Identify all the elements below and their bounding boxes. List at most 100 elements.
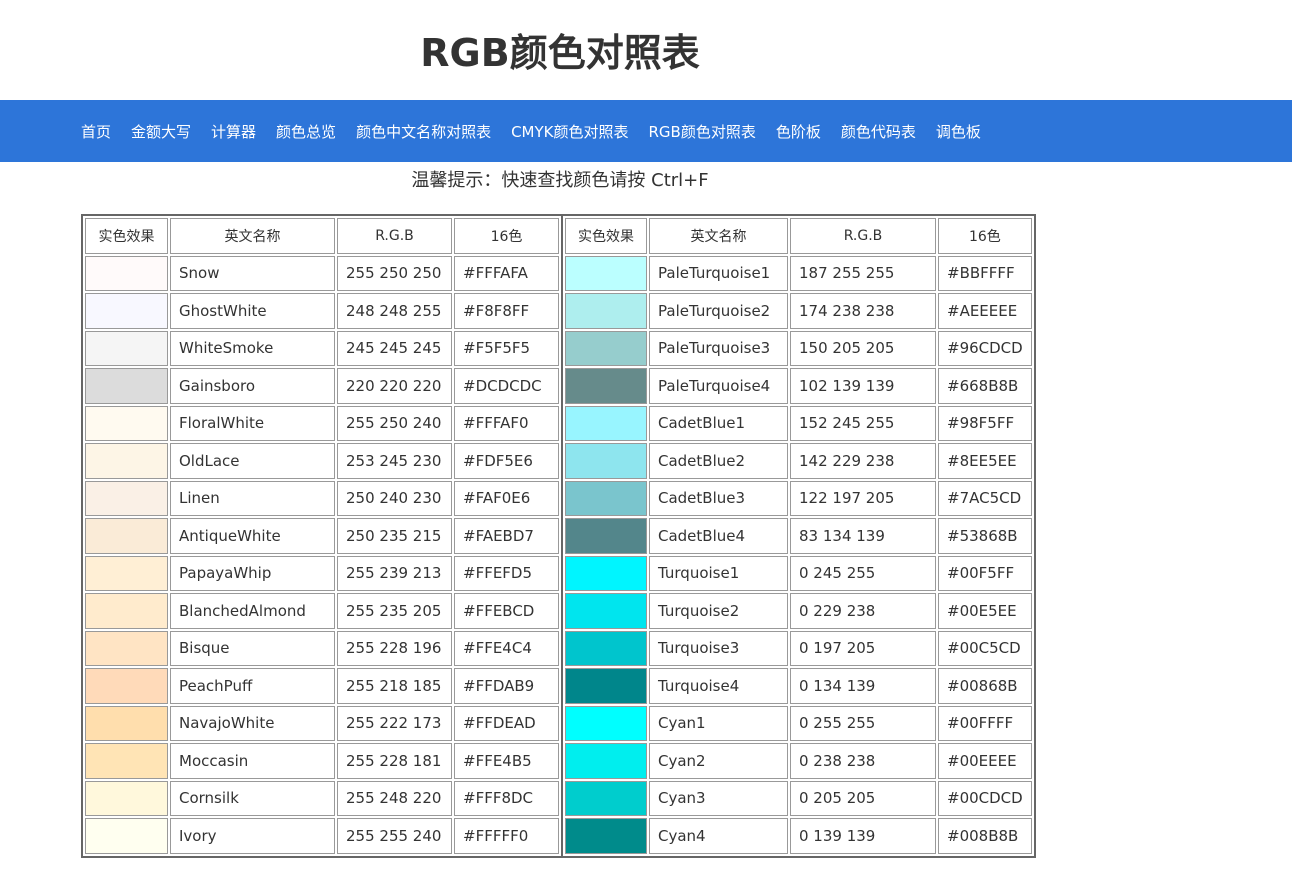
nav-item[interactable]: RGB颜色对照表 [639,121,766,142]
color-name-cell: Turquoise4 [649,668,788,704]
color-name-cell: WhiteSmoke [170,330,335,366]
hex-value-cell: #F8F8FF [454,293,559,329]
table-row: WhiteSmoke 245 245 245 #F5F5F5 [85,330,559,366]
hex-value-cell: #00C5CD [938,630,1032,666]
color-swatch [565,405,647,441]
nav-item[interactable]: 计算器 [201,121,266,142]
table-row: CadetBlue4 83 134 139 #53868B [565,518,1032,554]
hex-value-cell: #FFDAB9 [454,668,559,704]
nav-item[interactable]: 首页 [71,121,121,142]
hex-value-cell: #00F5FF [938,555,1032,591]
rgb-value-cell: 174 238 238 [790,293,936,329]
color-name-cell: PaleTurquoise2 [649,293,788,329]
table-row: Turquoise4 0 134 139 #00868B [565,668,1032,704]
header-rgb: R.G.B [790,218,936,254]
table-row: Cyan3 0 205 205 #00CDCD [565,780,1032,816]
color-name-cell: PeachPuff [170,668,335,704]
color-name-cell: GhostWhite [170,293,335,329]
color-swatch [85,255,168,291]
hex-value-cell: #00FFFF [938,705,1032,741]
color-table-right: 实色效果 英文名称 R.G.B 16色 PaleTurquoise1 187 25… [563,216,1034,856]
rgb-value-cell: 102 139 139 [790,368,936,404]
nav-item[interactable]: 颜色代码表 [831,121,926,142]
rgb-value-cell: 122 197 205 [790,480,936,516]
hex-value-cell: #668B8B [938,368,1032,404]
color-swatch [565,443,647,479]
nav-item[interactable]: 金额大写 [121,121,201,142]
color-name-cell: OldLace [170,443,335,479]
table-row: Gainsboro 220 220 220 #DCDCDC [85,368,559,404]
color-swatch [565,293,647,329]
hex-value-cell: #FFFAFA [454,255,559,291]
rgb-value-cell: 255 228 181 [337,743,452,779]
table-row: PeachPuff 255 218 185 #FFDAB9 [85,668,559,704]
color-name-cell: PapayaWhip [170,555,335,591]
nav-item[interactable]: 颜色中文名称对照表 [346,121,501,142]
color-name-cell: Cyan2 [649,743,788,779]
table-row: Bisque 255 228 196 #FFE4C4 [85,630,559,666]
color-swatch [85,405,168,441]
table-row: PaleTurquoise4 102 139 139 #668B8B [565,368,1032,404]
color-name-cell: Cyan3 [649,780,788,816]
header-name: 英文名称 [649,218,788,254]
hex-value-cell: #FFEBCD [454,593,559,629]
rgb-value-cell: 255 250 240 [337,405,452,441]
hex-value-cell: #FFF8DC [454,780,559,816]
rgb-value-cell: 253 245 230 [337,443,452,479]
color-swatch [565,518,647,554]
rgb-value-cell: 255 250 250 [337,255,452,291]
color-swatch [85,743,168,779]
hex-value-cell: #FFE4C4 [454,630,559,666]
color-name-cell: CadetBlue2 [649,443,788,479]
table-row: PaleTurquoise1 187 255 255 #BBFFFF [565,255,1032,291]
nav-item[interactable]: CMYK颜色对照表 [501,121,638,142]
rgb-value-cell: 220 220 220 [337,368,452,404]
color-swatch [565,555,647,591]
page-title: RGB颜色对照表 [420,31,700,75]
rgb-value-cell: 248 248 255 [337,293,452,329]
rgb-value-cell: 255 218 185 [337,668,452,704]
rgb-value-cell: 255 239 213 [337,555,452,591]
rgb-value-cell: 0 139 139 [790,818,936,854]
color-swatch [565,480,647,516]
color-name-cell: Moccasin [170,743,335,779]
color-name-cell: PaleTurquoise3 [649,330,788,366]
table-row: Ivory 255 255 240 #FFFFF0 [85,818,559,854]
hex-value-cell: #FFE4B5 [454,743,559,779]
rgb-value-cell: 255 235 205 [337,593,452,629]
header-name: 英文名称 [170,218,335,254]
color-swatch [85,818,168,854]
color-name-cell: CadetBlue4 [649,518,788,554]
hex-value-cell: #00EEEE [938,743,1032,779]
nav-item[interactable]: 色阶板 [766,121,831,142]
hex-value-cell: #7AC5CD [938,480,1032,516]
color-name-cell: Cyan1 [649,705,788,741]
rgb-value-cell: 0 197 205 [790,630,936,666]
color-swatch [85,518,168,554]
table-header-row: 实色效果 英文名称 R.G.B 16色 [565,218,1032,254]
color-name-cell: FloralWhite [170,405,335,441]
color-name-cell: Cyan4 [649,818,788,854]
table-header-row: 实色效果 英文名称 R.G.B 16色 [85,218,559,254]
color-swatch [565,668,647,704]
header-hex: 16色 [454,218,559,254]
rgb-value-cell: 255 248 220 [337,780,452,816]
color-swatch [85,668,168,704]
color-swatch [565,743,647,779]
header-swatch: 实色效果 [565,218,647,254]
color-name-cell: Bisque [170,630,335,666]
table-row: CadetBlue2 142 229 238 #8EE5EE [565,443,1032,479]
color-name-cell: PaleTurquoise4 [649,368,788,404]
table-row: BlanchedAlmond 255 235 205 #FFEBCD [85,593,559,629]
table-row: Linen 250 240 230 #FAF0E6 [85,480,559,516]
color-swatch [565,255,647,291]
search-tip: 温馨提示：快速查找颜色请按 Ctrl+F [411,170,709,191]
nav-item[interactable]: 颜色总览 [266,121,346,142]
color-name-cell: Gainsboro [170,368,335,404]
table-row: Cyan4 0 139 139 #008B8B [565,818,1032,854]
nav-item[interactable]: 调色板 [926,121,991,142]
color-swatch [85,443,168,479]
table-row: Cyan2 0 238 238 #00EEEE [565,743,1032,779]
color-name-cell: CadetBlue3 [649,480,788,516]
rgb-value-cell: 0 205 205 [790,780,936,816]
